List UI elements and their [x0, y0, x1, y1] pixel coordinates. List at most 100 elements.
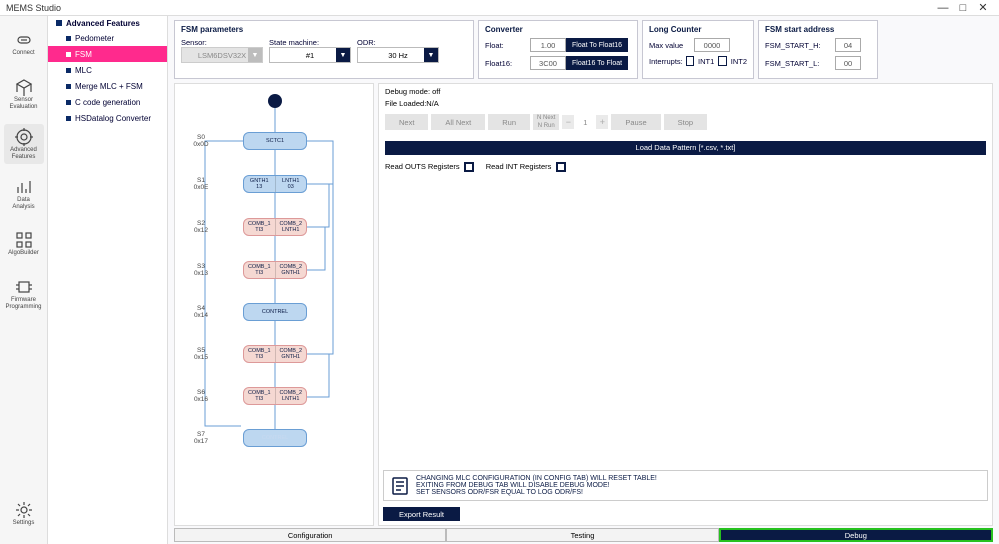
state-label: State machine: [269, 38, 351, 47]
next-button[interactable]: Next [385, 114, 428, 130]
title-bar: MEMS Studio — □ ✕ [0, 0, 999, 16]
connect-button[interactable]: Connect [4, 24, 44, 64]
cube-icon [15, 78, 33, 96]
sidebar-item-merge[interactable]: Merge MLC + FSM [48, 78, 167, 94]
long-counter-title: Long Counter [649, 25, 747, 34]
pause-button[interactable]: Pause [611, 114, 660, 130]
tab-configuration[interactable]: Configuration [174, 528, 446, 542]
state-s2-label: S2 0x12 [189, 220, 213, 234]
n-count-spinner[interactable]: − 1 + [562, 115, 608, 129]
converter-panel: Converter Float:Float To Float16 Float16… [478, 20, 638, 79]
int2-checkbox[interactable] [718, 56, 726, 66]
link-icon [15, 31, 33, 49]
chevron-down-icon: ▼ [424, 48, 438, 62]
fsm-start-l-input[interactable] [835, 56, 861, 70]
gear-icon [15, 128, 33, 146]
all-next-button[interactable]: All Next [431, 114, 485, 130]
state-s3-label: S3 0x13 [189, 263, 213, 277]
iconbar: Connect Sensor Evaluation Advanced Featu… [0, 16, 48, 544]
sensor-label: Sensor Evaluation [9, 97, 37, 110]
advanced-features-button[interactable]: Advanced Features [4, 124, 44, 164]
state-s5-label: S5 0x15 [189, 347, 213, 361]
block-s1[interactable]: GNTH1 13LNTH1 03 [243, 175, 307, 193]
data-label: Data Analysis [12, 197, 34, 210]
sensor-label: Sensor: [181, 38, 263, 47]
tab-testing[interactable]: Testing [446, 528, 718, 542]
content: FSM parameters Sensor: LSM6DSV32X▼ State… [168, 16, 999, 544]
float16-input[interactable] [530, 56, 566, 70]
sidebar-item-mlc[interactable]: MLC [48, 62, 167, 78]
float16-to-float-button[interactable]: Float16 To Float [566, 56, 628, 70]
algobuilder-button[interactable]: AlgoBuilder [4, 224, 44, 264]
blocks-icon [15, 231, 33, 249]
firmware-button[interactable]: Firmware Programming [4, 274, 44, 314]
odr-label: ODR: [357, 38, 439, 47]
file-loaded-label: File Loaded:N/A [385, 99, 439, 108]
chevron-down-icon: ▼ [336, 48, 350, 62]
dot-icon [56, 20, 62, 26]
addr-title: FSM start address [765, 25, 871, 34]
algo-label: AlgoBuilder [8, 250, 39, 257]
block-s2[interactable]: COMB_1 TI3COMB_2 LNTH1 [243, 218, 307, 236]
n-run-button[interactable]: N Run [533, 122, 559, 130]
export-result-button[interactable]: Export Result [383, 507, 460, 521]
advanced-label: Advanced Features [10, 147, 37, 160]
firmware-label: Firmware Programming [5, 297, 41, 310]
settings-label: Settings [13, 520, 35, 527]
sidebar-item-hsdatalog[interactable]: HSDatalog Converter [48, 110, 167, 126]
fsm-start-address-panel: FSM start address FSM_START_H: FSM_START… [758, 20, 878, 79]
odr-select[interactable]: 30 Hz▼ [357, 47, 439, 63]
data-analysis-button[interactable]: Data Analysis [4, 174, 44, 214]
load-data-pattern-button[interactable]: Load Data Pattern [*.csv, *.txt] [385, 141, 986, 155]
n-next-button[interactable]: N Next [533, 114, 559, 122]
block-contrel1[interactable]: CONTREL [243, 303, 307, 321]
state-s1-label: S1 0x0E [189, 177, 213, 191]
fsm-start-h-input[interactable] [835, 38, 861, 52]
minimize-button[interactable]: — [933, 2, 953, 14]
state-s6-label: S6 0x16 [189, 389, 213, 403]
tab-debug[interactable]: Debug [719, 528, 993, 542]
sidebar-item-fsm[interactable]: FSM [48, 46, 167, 62]
block-sctc1[interactable]: SCTC1 [243, 132, 307, 150]
warning-box: CHANGING MLC CONFIGURATION (IN CONFIG TA… [383, 470, 988, 501]
sidebar-item-pedometer[interactable]: Pedometer [48, 30, 167, 46]
debug-mode-row: Debug mode: off [379, 84, 992, 99]
block-s5[interactable]: COMB_1 TI3COMB_2 GNTH1 [243, 345, 307, 363]
fsm-diagram: S0 0x0D SCTC1 S1 0x0E GNTH1 13LNTH1 03 S… [174, 83, 374, 526]
chart-icon [15, 178, 33, 196]
state-machine-select[interactable]: #1▼ [269, 47, 351, 63]
close-button[interactable]: ✕ [973, 1, 993, 14]
sensor-select[interactable]: LSM6DSV32X▼ [181, 47, 263, 63]
converter-title: Converter [485, 25, 631, 34]
maximize-button[interactable]: □ [953, 2, 973, 14]
fsm-title: FSM parameters [181, 25, 467, 34]
block-s3[interactable]: COMB_1 TI3COMB_2 GNTH1 [243, 261, 307, 279]
settings-icon [15, 501, 33, 519]
settings-button[interactable]: Settings [4, 494, 44, 534]
state-s7-label: S7 0x17 [189, 431, 213, 445]
int1-checkbox[interactable] [686, 56, 694, 66]
sidebar-item-ccode[interactable]: C code generation [48, 94, 167, 110]
state-s4-label: S4 0x14 [189, 305, 213, 319]
long-counter-panel: Long Counter Max value Interrupts:INT1IN… [642, 20, 754, 79]
app-title: MEMS Studio [6, 3, 61, 13]
read-outs-label: Read OUTS Registers [385, 162, 474, 172]
read-int-checkbox[interactable] [556, 162, 566, 172]
block-s6[interactable]: COMB_1 TI3COMB_2 LNTH1 [243, 387, 307, 405]
float-input[interactable] [530, 38, 566, 52]
run-button[interactable]: Run [488, 114, 530, 130]
bottom-tabs: Configuration Testing Debug [174, 528, 993, 542]
start-node [268, 94, 282, 108]
increment-button[interactable]: + [596, 115, 608, 129]
document-icon [390, 476, 410, 496]
block-contrel2[interactable]: CONTREL [243, 429, 307, 447]
read-outs-checkbox[interactable] [464, 162, 474, 172]
decrement-button[interactable]: − [562, 115, 574, 129]
sensor-eval-button[interactable]: Sensor Evaluation [4, 74, 44, 114]
chevron-down-icon: ▼ [248, 48, 262, 62]
fsm-parameters-panel: FSM parameters Sensor: LSM6DSV32X▼ State… [174, 20, 474, 79]
max-value-input[interactable] [694, 38, 730, 52]
float-to-float16-button[interactable]: Float To Float16 [566, 38, 628, 52]
stop-button[interactable]: Stop [664, 114, 707, 130]
debug-panel: Debug mode: off File Loaded:N/A Next All… [378, 83, 993, 526]
